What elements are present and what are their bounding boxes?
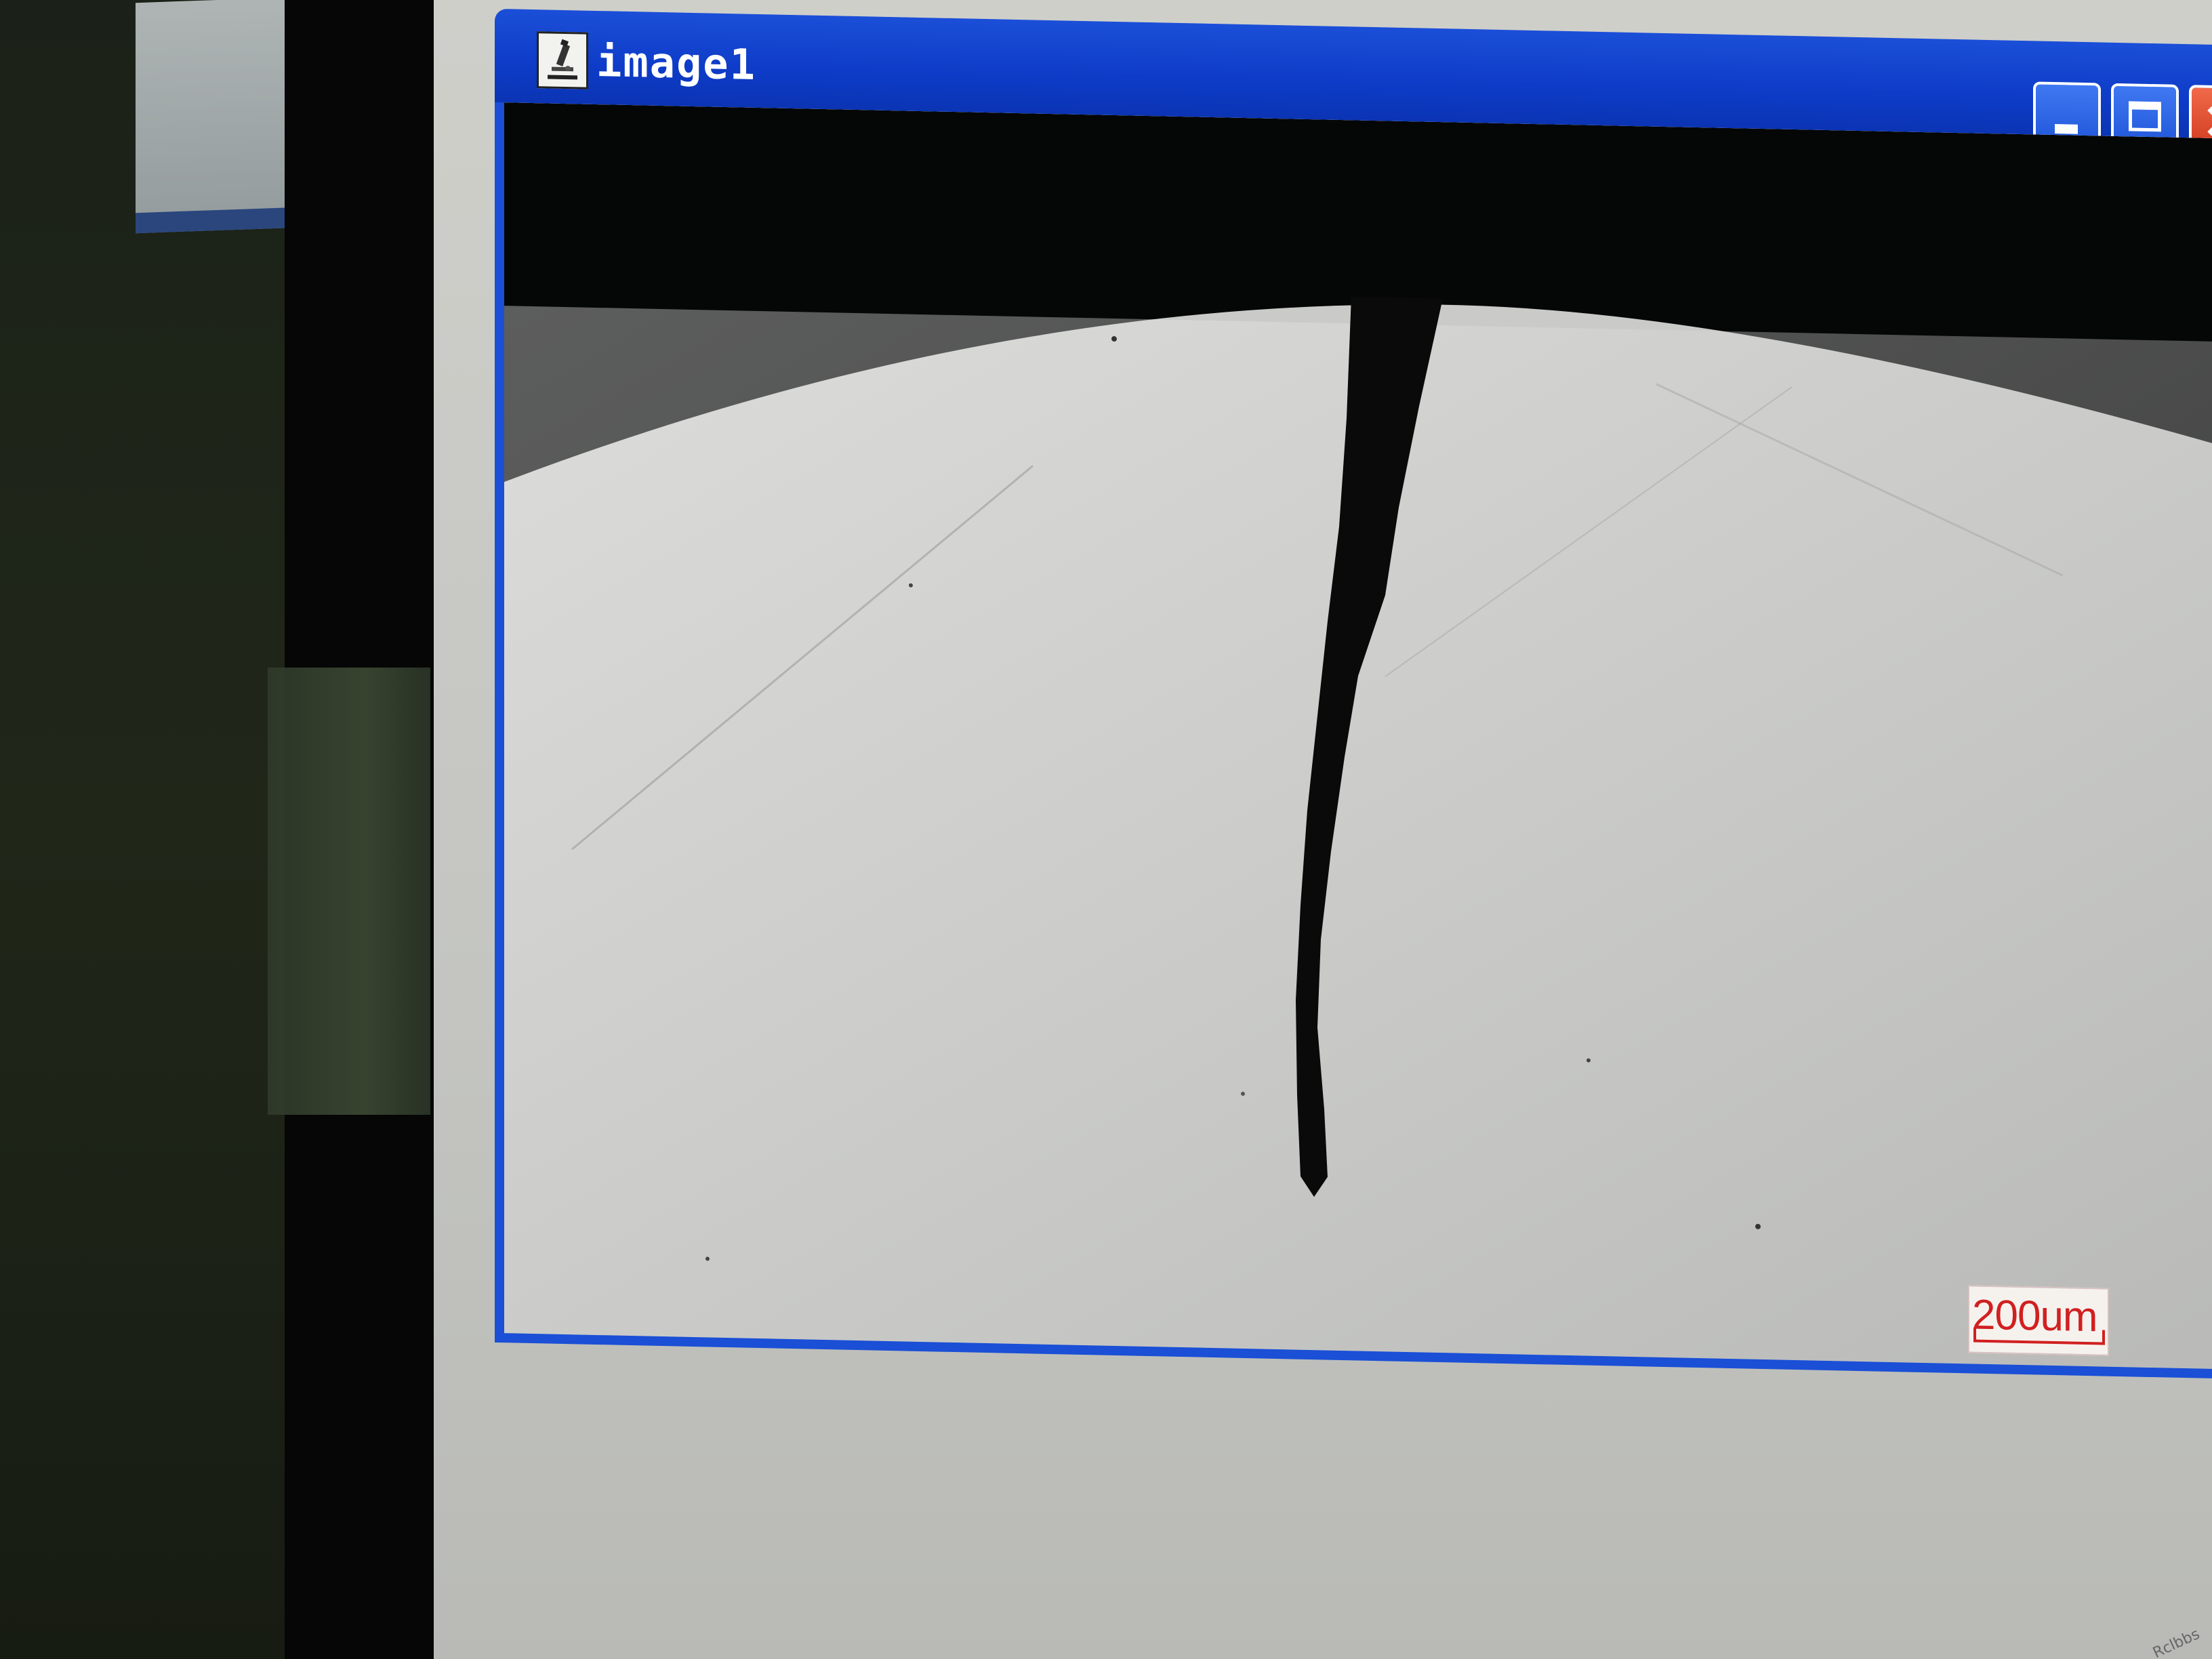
image-window: image1 × 200um <box>468 0 2212 1467</box>
wall-paper-note <box>136 0 298 234</box>
window-frame <box>495 102 2212 1378</box>
window-title: image1 <box>596 36 756 89</box>
background-wall <box>0 0 285 1659</box>
maximize-icon <box>2129 101 2161 132</box>
tape-strip <box>268 668 430 1115</box>
microscope-icon <box>537 31 588 89</box>
minimize-icon <box>2055 124 2078 134</box>
